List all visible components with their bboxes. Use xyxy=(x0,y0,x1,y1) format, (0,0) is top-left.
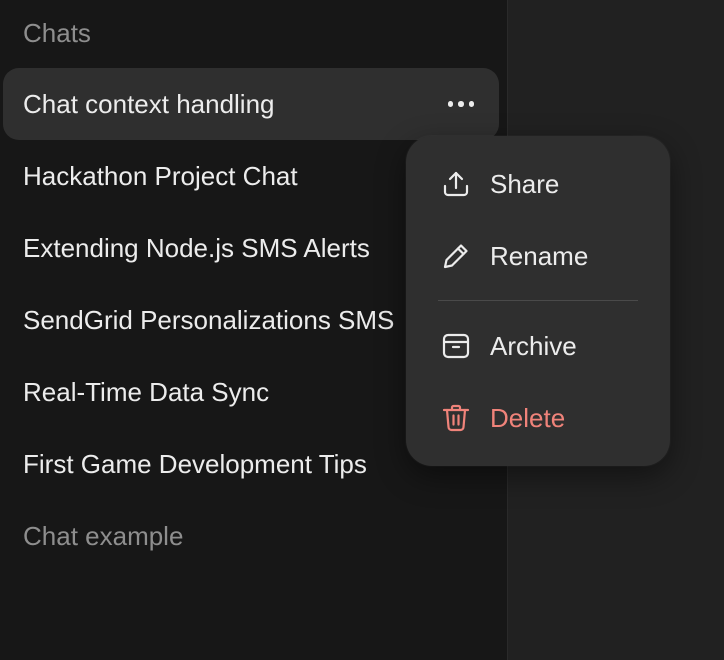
rename-menu-item[interactable]: Rename xyxy=(422,226,654,286)
ellipsis-icon-dot xyxy=(447,101,454,107)
pencil-icon xyxy=(443,244,468,269)
chat-item-label: First Game Development Tips xyxy=(23,449,367,479)
menu-divider xyxy=(438,300,638,301)
archive-label: Archive xyxy=(490,331,577,361)
app-window: Chats Chat context handling Hackathon Pr… xyxy=(0,0,724,660)
share-menu-item[interactable]: Share xyxy=(422,154,654,214)
chat-item-label: Extending Node.js SMS Alerts xyxy=(23,233,370,263)
trash-icon xyxy=(442,404,470,432)
chat-options-button[interactable] xyxy=(443,88,479,120)
delete-menu-item[interactable]: Delete xyxy=(422,388,654,448)
share-label: Share xyxy=(490,169,560,199)
chat-item-label: Chat context handling xyxy=(23,89,275,119)
delete-label: Delete xyxy=(490,403,566,433)
share-icon xyxy=(443,171,469,197)
chat-item-label: Chat example xyxy=(23,521,184,551)
chat-item-active[interactable]: Chat context handling xyxy=(3,68,499,140)
ellipsis-icon-dot xyxy=(468,101,475,107)
chat-item-label: Hackathon Project Chat xyxy=(23,161,298,191)
chat-item-label: Real-Time Data Sync xyxy=(23,377,270,407)
ellipsis-icon-dot xyxy=(458,101,464,107)
archive-menu-item[interactable]: Archive xyxy=(422,316,654,376)
archive-icon xyxy=(442,333,470,359)
chat-item-label: SendGrid Personalizations SMS xyxy=(23,305,395,335)
chat-item[interactable]: Chat example xyxy=(3,500,499,572)
rename-label: Rename xyxy=(490,241,589,271)
chats-section-heading: Chats xyxy=(23,18,91,48)
chat-context-menu: Share Rename Archive Delete xyxy=(406,136,670,466)
